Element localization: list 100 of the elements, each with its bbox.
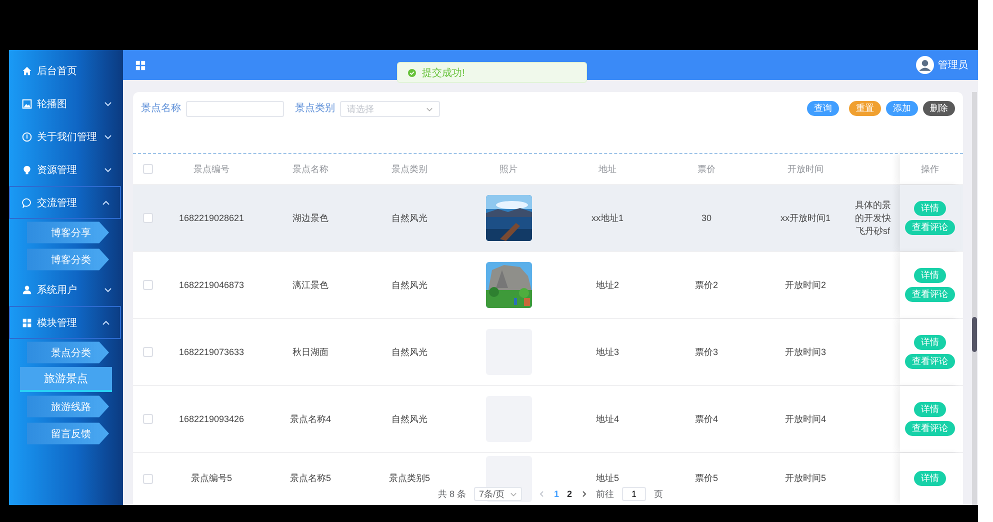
next-page-icon[interactable] xyxy=(580,490,588,498)
submenu-item[interactable]: 旅游景点 xyxy=(20,367,112,392)
home-icon xyxy=(22,66,32,76)
column-header: 景点名称 xyxy=(292,162,328,176)
chevron-down-icon xyxy=(510,490,518,498)
user-name[interactable]: 管理员 xyxy=(938,58,968,72)
table-cell: 秋日湖面 xyxy=(292,346,328,358)
chevron-down-icon xyxy=(104,166,112,174)
table-row[interactable]: 1682219046873 漓江景色 自然风光 地址2 票价2 开放时间2 详情 查看评论 xyxy=(133,251,963,318)
table-cell: 自然风光 xyxy=(392,212,428,224)
description-cell: 具体的景 的开发快 飞丹砂sf xyxy=(855,198,891,238)
table-cell: xx开放时间1 xyxy=(780,212,830,224)
table-cell: 票价4 xyxy=(694,412,718,426)
sidebar-item[interactable]: 系统用户 xyxy=(9,273,123,306)
table-cell: 地址4 xyxy=(596,412,619,426)
sidebar-item[interactable]: 资源管理 xyxy=(9,153,123,186)
table-cell: 自然风光 xyxy=(392,412,428,426)
table-cell: 自然风光 xyxy=(392,346,428,358)
table-cell: 票价2 xyxy=(694,278,718,292)
column-header: 操作 xyxy=(921,162,939,176)
sidebar-item[interactable]: 交流管理 xyxy=(9,186,121,219)
page-number[interactable]: 2 xyxy=(567,489,572,499)
row-action-button[interactable]: 详情 xyxy=(914,471,946,486)
page-number[interactable]: 1 xyxy=(554,489,560,499)
submenu-item[interactable]: 博客分类 xyxy=(27,246,109,273)
column-header: 景点类别 xyxy=(392,162,428,176)
avatar-icon[interactable] xyxy=(916,56,934,74)
info-icon xyxy=(22,132,32,142)
table-cell: 地址2 xyxy=(596,278,619,292)
column-header: 开放时间 xyxy=(788,162,824,176)
row-action-button[interactable]: 查看评论 xyxy=(905,421,955,436)
page-input[interactable]: 1 xyxy=(622,487,646,501)
page-suffix: 页 xyxy=(654,488,664,500)
action-button[interactable]: 重置 xyxy=(849,101,881,116)
action-button[interactable]: 添加 xyxy=(886,101,918,116)
table-cell: 景点类别5 xyxy=(388,472,430,485)
table-cell: 漓江景色 xyxy=(292,278,328,292)
row-action-button[interactable]: 查看评论 xyxy=(905,354,955,369)
row-action-button[interactable]: 详情 xyxy=(914,201,946,216)
table-cell: 景点名称5 xyxy=(290,472,331,485)
column-header: 景点编号 xyxy=(194,162,230,176)
scrollbar[interactable] xyxy=(972,92,977,505)
sidebar-item[interactable]: 轮播图 xyxy=(9,87,123,120)
checkbox[interactable] xyxy=(142,347,152,357)
row-action-button[interactable]: 详情 xyxy=(914,268,946,283)
table-cell: 票价3 xyxy=(694,346,718,358)
filter-label: 景点类别 xyxy=(295,102,335,116)
submenu-item[interactable]: 旅游线路 xyxy=(27,393,109,420)
table-cell: 1682219046873 xyxy=(178,280,244,290)
table-row[interactable]: 1682219073633 秋日湖面 自然风光 地址3 票价3 开放时间3 详情 查看评论 xyxy=(133,318,963,385)
page-size-select[interactable]: 7条/页 xyxy=(474,487,522,501)
table-cell: 景点编号5 xyxy=(190,472,232,485)
table-cell: 地址5 xyxy=(596,472,619,485)
sidebar-item[interactable]: 关于我们管理 xyxy=(9,120,123,153)
table-cell: 30 xyxy=(701,213,712,223)
table-cell: 开放时间2 xyxy=(784,278,826,292)
filter-label: 景点名称 xyxy=(141,102,181,116)
image-icon xyxy=(22,98,32,108)
name-input[interactable] xyxy=(186,101,284,117)
table-cell: 自然风光 xyxy=(392,278,428,292)
row-action-button[interactable]: 查看评论 xyxy=(905,287,955,302)
sidebar-item[interactable]: 模块管理 xyxy=(9,306,121,339)
table-cell: xx地址1 xyxy=(591,212,624,224)
table-cell: 1682219028621 xyxy=(178,213,244,223)
table-cell: 开放时间3 xyxy=(784,346,826,358)
table-cell: 1682219093426 xyxy=(178,414,244,424)
user-icon xyxy=(22,284,32,294)
check-icon xyxy=(408,68,416,76)
column-header: 票价 xyxy=(698,162,716,176)
total-count: 共 8 条 xyxy=(438,488,466,500)
row-action-button[interactable]: 查看评论 xyxy=(905,220,955,235)
checkbox[interactable] xyxy=(142,474,152,484)
chevron-down-icon xyxy=(104,100,112,108)
menu-icon[interactable] xyxy=(135,60,146,70)
toast-message: 提交成功! xyxy=(422,66,465,80)
table-row[interactable]: 1682219093426 景点名称4 自然风光 地址4 票价4 开放时间4 详情 查看评论 xyxy=(133,385,963,452)
action-button[interactable]: 查询 xyxy=(807,101,839,116)
category-select[interactable]: 请选择 xyxy=(340,101,440,117)
table-cell: 开放时间5 xyxy=(784,472,826,485)
chevron-up-icon xyxy=(102,198,110,206)
row-action-button[interactable]: 详情 xyxy=(914,402,946,417)
column-header: 地址 xyxy=(598,162,616,176)
checkbox[interactable] xyxy=(142,414,152,424)
chevron-up-icon xyxy=(102,318,110,326)
grid-icon xyxy=(22,318,32,328)
chat-icon xyxy=(22,198,32,208)
checkbox[interactable] xyxy=(142,164,152,174)
table-cell: 开放时间4 xyxy=(784,412,826,426)
checkbox[interactable] xyxy=(142,213,152,223)
row-action-button[interactable]: 详情 xyxy=(914,335,946,350)
sidebar-item[interactable]: 后台首页 xyxy=(9,54,123,87)
submenu-item[interactable]: 景点分类 xyxy=(27,339,109,366)
table-cell: 地址3 xyxy=(596,346,619,358)
submenu-item[interactable]: 博客分享 xyxy=(27,219,109,246)
table-cell: 票价5 xyxy=(694,472,718,485)
submenu-item[interactable]: 留言反馈 xyxy=(27,420,109,447)
checkbox[interactable] xyxy=(142,280,152,290)
action-button[interactable]: 删除 xyxy=(923,101,955,116)
chevron-down-icon xyxy=(104,286,112,294)
table-row[interactable]: 1682219028621 湖边景色 自然风光 xx地址1 30 xx开放时间1 具体的景 的开发快 飞丹砂sf 详情 查看评论 xyxy=(133,184,963,251)
